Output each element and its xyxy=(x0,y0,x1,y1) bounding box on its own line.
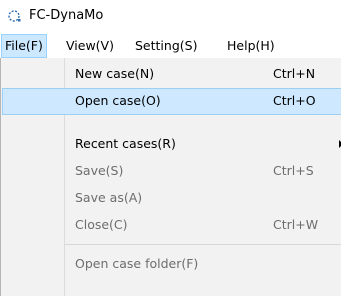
menu-item-close[interactable]: Close(C) Ctrl+W xyxy=(2,212,341,239)
menu-item-recent-cases[interactable]: Recent cases(R) xyxy=(2,131,341,158)
menu-item-shortcut: Ctrl+N xyxy=(273,66,316,81)
menu-setting[interactable]: Setting(S) xyxy=(131,34,201,58)
file-dropdown-menu: New case(N) Ctrl+N Open case(O) Ctrl+O R… xyxy=(0,58,341,296)
menu-item-label: Recent cases(R) xyxy=(75,136,176,151)
app-icon xyxy=(8,10,21,22)
menu-item-open-case-folder[interactable]: Open case folder(F) xyxy=(2,251,341,278)
menu-view[interactable]: View(V) xyxy=(62,34,118,58)
menu-item-label: Close(C) xyxy=(75,217,128,232)
menu-item-save-as[interactable]: Save as(A) xyxy=(2,185,341,212)
menu-item-save[interactable]: Save(S) Ctrl+S xyxy=(2,158,341,185)
menu-item-label: Open case folder(F) xyxy=(75,256,199,271)
menu-item-label: New case(N) xyxy=(75,66,155,81)
menu-separator xyxy=(65,244,341,245)
menu-item-label: Save as(A) xyxy=(75,190,143,205)
title-bar: FC-DynaMo xyxy=(0,0,341,34)
menu-item-shortcut: Ctrl+S xyxy=(273,163,314,178)
menu-item-shortcut: Ctrl+O xyxy=(273,93,316,108)
menu-bar: File(F) View(V) Setting(S) Help(H) xyxy=(0,34,341,58)
menu-file[interactable]: File(F) xyxy=(1,34,47,58)
window-title: FC-DynaMo xyxy=(29,8,104,23)
menu-item-label: Save(S) xyxy=(75,163,124,178)
menu-help[interactable]: Help(H) xyxy=(223,34,279,58)
menu-item-new-case[interactable]: New case(N) Ctrl+N xyxy=(2,61,341,88)
menu-item-label: Open case(O) xyxy=(75,93,161,108)
menu-item-shortcut: Ctrl+W xyxy=(273,217,319,232)
menu-item-open-case[interactable]: Open case(O) Ctrl+O xyxy=(2,88,341,115)
